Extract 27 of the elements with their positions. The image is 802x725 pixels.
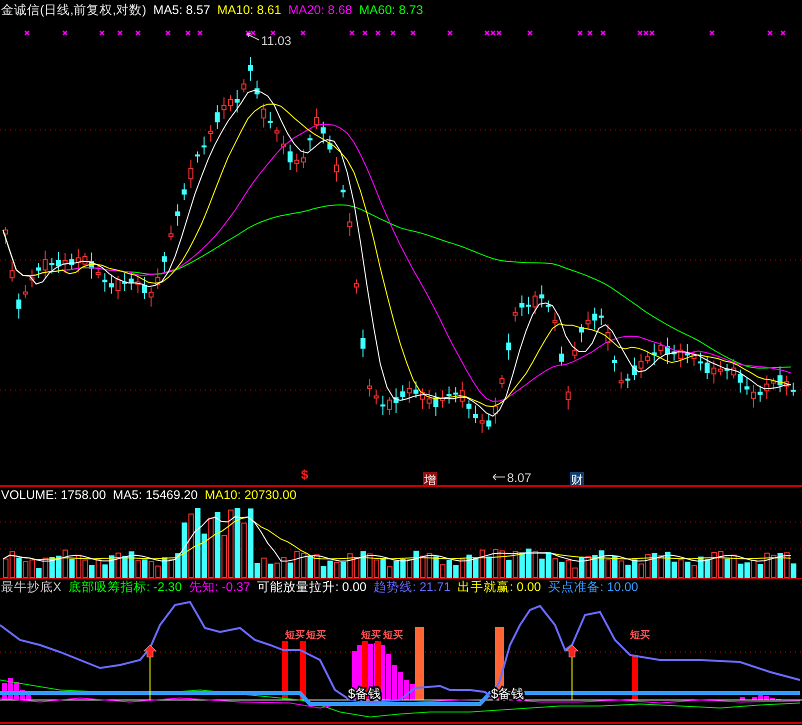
legend-value: MA5: 8.57 <box>153 4 210 16</box>
price-pointer-icon <box>492 474 506 480</box>
legend-value: MA5: 15469.20 <box>112 488 198 502</box>
legend-value: 买点准备: 10.00 <box>548 581 638 594</box>
indicator-name: 最牛抄底X <box>1 581 62 594</box>
legend-value: 先知: -0.37 <box>188 581 250 594</box>
legend-value: 出手就赢: 0.00 <box>458 581 542 594</box>
event-marker: $ <box>301 467 308 482</box>
legend-value: MA10: 20730.00 <box>204 488 296 502</box>
legend-value: MA20: 8.68 <box>288 4 352 16</box>
buy-signal-label: 短买 <box>383 630 403 641</box>
up-arrow-icon <box>143 644 157 658</box>
buy-signal-label: 短买 <box>361 630 381 641</box>
chart-title: 金诚信(日线,前复权,对数) <box>1 4 146 16</box>
legend-value: 底部吸筹指标: -2.30 <box>68 581 182 594</box>
price-pointer-icon <box>246 32 260 40</box>
legend-value: VOLUME: 1758.00 <box>1 488 106 502</box>
legend-value: MA60: 8.73 <box>359 4 424 16</box>
buy-signal-label: 短买 <box>306 630 326 641</box>
legend-value: MA10: 8.61 <box>217 4 282 16</box>
legend-value: 趋势线: 21.71 <box>374 581 451 594</box>
low-price-label: 8.07 <box>507 471 532 485</box>
buy-signal-label: 短买 <box>630 630 650 641</box>
high-price-label: 11.03 <box>261 34 292 48</box>
up-arrow-icon <box>565 644 579 658</box>
buy-signal-label: 短买 <box>285 630 305 641</box>
legend-value: 可能放量拉升: 0.00 <box>257 581 366 594</box>
